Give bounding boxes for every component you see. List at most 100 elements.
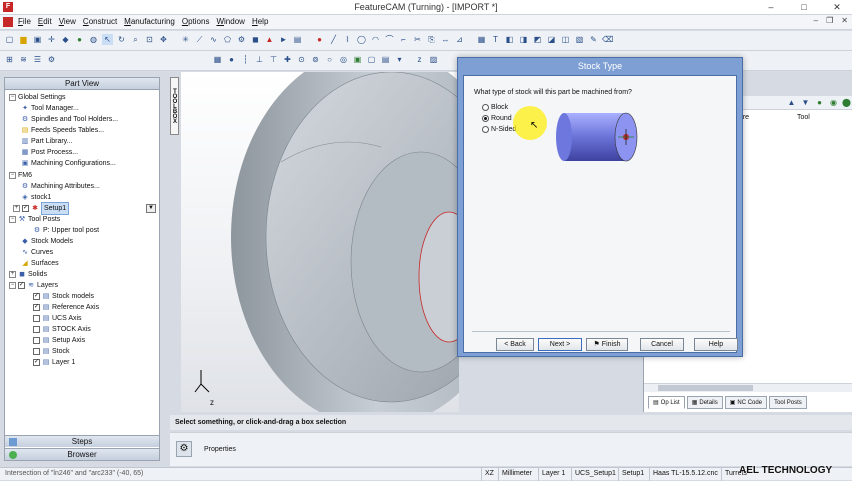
pick-icon[interactable]: ▨ (428, 54, 439, 65)
pencil-icon[interactable]: ✎ (588, 34, 599, 45)
menu-edit[interactable]: Edit (38, 17, 52, 26)
perpendicular-icon[interactable]: ⊥ (254, 54, 265, 65)
scrollbar-thumb[interactable] (658, 385, 753, 391)
tree-item-fm6[interactable]: − FM6 (9, 170, 32, 181)
tree-item-stock-models[interactable]: ◆ Stock Models (21, 236, 73, 247)
properties-icon[interactable]: ⚙ (176, 441, 192, 457)
center-snap-icon[interactable]: ⊙ (296, 54, 307, 65)
op-down-icon[interactable]: ▼ (800, 97, 811, 108)
select-arrow-icon[interactable]: ↖ (102, 34, 113, 45)
graphics-viewport[interactable]: y z (181, 72, 459, 412)
paint-icon[interactable]: ● (74, 34, 85, 45)
round-radio[interactable] (482, 115, 489, 122)
fillet-icon[interactable]: ⌒ (384, 34, 395, 45)
option-n-sided[interactable]: N-Sided (482, 126, 516, 133)
text-icon[interactable]: T (490, 34, 501, 45)
n-sided-radio[interactable] (482, 126, 489, 133)
pan-icon[interactable]: ✥ (158, 34, 169, 45)
circle-snap-icon[interactable]: ○ (324, 54, 335, 65)
column-tool[interactable]: Tool (797, 114, 810, 121)
cross-snap-icon[interactable]: ✚ (282, 54, 293, 65)
lock-snap-icon[interactable]: ▤ (380, 54, 391, 65)
status-layer[interactable]: Layer 1 (538, 468, 568, 481)
menu-window[interactable]: Window (216, 17, 244, 26)
tree-item-solids[interactable]: + ◼ Solids (9, 269, 47, 280)
op-run-icon[interactable]: ◉ (828, 97, 839, 108)
line-tool-icon[interactable]: ╱ (328, 34, 339, 45)
playback-icon[interactable]: ► (278, 34, 289, 45)
dimension-icon[interactable]: ↔ (440, 34, 451, 45)
down-arrow-icon[interactable]: ▾ (394, 54, 405, 65)
tree-item-global-settings[interactable]: − Global Settings (9, 92, 65, 103)
menu-options[interactable]: Options (182, 17, 210, 26)
polyline-icon[interactable]: ⌇ (342, 34, 353, 45)
arc-snap-icon[interactable]: ◎ (338, 54, 349, 65)
ucs-icon[interactable]: ⊞ (4, 54, 15, 65)
tree-item-machining-configurations[interactable]: ▣ Machining Configurations... (21, 158, 116, 169)
mdi-restore-button[interactable]: ❐ (826, 16, 833, 25)
tree-item-layer-reference-axis[interactable]: ✓ ▤ Reference Axis (33, 302, 99, 313)
save-icon[interactable]: ▣ (32, 34, 43, 45)
chamfer-icon[interactable]: ⌐ (398, 34, 409, 45)
zoom-icon[interactable]: ⌕ (130, 34, 141, 45)
menu-manufacturing[interactable]: Manufacturing (124, 17, 175, 26)
maximize-button[interactable]: □ (793, 0, 815, 14)
tree-item-layer-stock-models[interactable]: ✓ ▤ Stock models (33, 291, 94, 302)
active-snap-icon[interactable]: ▣ (352, 54, 363, 65)
finish-button[interactable]: ⚑ Finish (586, 338, 628, 351)
tree-item-surfaces[interactable]: ◢ Surfaces (21, 258, 58, 269)
status-post[interactable]: Haas TL-15.5.12.cnc (649, 468, 721, 481)
wireframe-icon[interactable]: ◫ (560, 34, 571, 45)
next-button[interactable]: Next > (538, 338, 582, 351)
menu-view[interactable]: View (59, 17, 76, 26)
tree-item-upper-tool-post[interactable]: ⚙ P: Upper tool post (33, 225, 99, 236)
cancel-button[interactable]: Cancel (640, 338, 684, 351)
tab-nc-code[interactable]: ▣ NC Code (724, 396, 768, 409)
point-icon[interactable]: ● (314, 34, 325, 45)
vertical-snap-icon[interactable]: ┆ (240, 54, 251, 65)
snap-icon[interactable]: ◆ (60, 34, 71, 45)
tree-item-layer-stock[interactable]: ▤ Stock (33, 346, 70, 357)
zoom-window-icon[interactable]: ⊡ (144, 34, 155, 45)
erase-icon[interactable]: ⌫ (602, 34, 613, 45)
view-top-icon[interactable]: ◨ (518, 34, 529, 45)
z-axis-icon[interactable]: z (414, 54, 425, 65)
tree-item-part-library[interactable]: ▥ Part Library... (21, 136, 73, 147)
tangent-icon[interactable]: ⊤ (268, 54, 279, 65)
tree-item-setup1[interactable]: + ✓ ✱ Setup1 (13, 202, 70, 215)
stock-icon[interactable]: ▤ (292, 34, 303, 45)
tree-item-layer-ucs-axis[interactable]: ▤ UCS Axis (33, 313, 82, 324)
measure-icon[interactable]: ⊿ (454, 34, 465, 45)
open-folder-icon[interactable]: ▆ (18, 34, 29, 45)
tree-item-spindles[interactable]: ⚙ Spindles and Tool Holders... (21, 114, 118, 125)
trim-icon[interactable]: ✂ (412, 34, 423, 45)
setup-dropdown-button[interactable]: ▼ (146, 204, 156, 213)
box-snap-icon[interactable]: ▢ (366, 54, 377, 65)
layer-icon[interactable]: ≋ (18, 54, 29, 65)
axis-icon[interactable]: ✳ (180, 34, 191, 45)
op-up-icon[interactable]: ▲ (786, 97, 797, 108)
mdi-minimize-button[interactable]: – (814, 16, 818, 25)
status-setup[interactable]: Setup1 (618, 468, 647, 481)
menu-help[interactable]: Help (252, 17, 268, 26)
hidden-line-icon[interactable]: ▧ (574, 34, 585, 45)
tree-item-tool-posts[interactable]: − ⚒ Tool Posts (9, 214, 60, 225)
op-add-icon[interactable]: ● (814, 97, 825, 108)
tab-browser[interactable]: Browser (5, 448, 159, 460)
op-play-icon[interactable]: ⬤ (841, 97, 852, 108)
horizontal-scrollbar[interactable] (644, 383, 852, 392)
menu-file[interactable]: File (18, 17, 31, 26)
status-ucs[interactable]: UCS_Setup1 (571, 468, 619, 481)
tab-steps[interactable]: Steps (5, 435, 159, 447)
close-button[interactable]: ✕ (826, 0, 848, 14)
shaded-icon[interactable]: ◼ (250, 34, 261, 45)
view-iso-icon[interactable]: ◩ (532, 34, 543, 45)
block-radio[interactable] (482, 104, 489, 111)
doc-icon[interactable] (3, 17, 13, 27)
new-file-icon[interactable]: ▢ (4, 34, 15, 45)
feature-icon[interactable]: ⚙ (236, 34, 247, 45)
tree-item-post-process[interactable]: ▦ Post Process... (21, 147, 78, 158)
help-button[interactable]: Help (694, 338, 738, 351)
move-icon[interactable]: ✛ (46, 34, 57, 45)
simulation-icon[interactable]: ▲ (264, 34, 275, 45)
